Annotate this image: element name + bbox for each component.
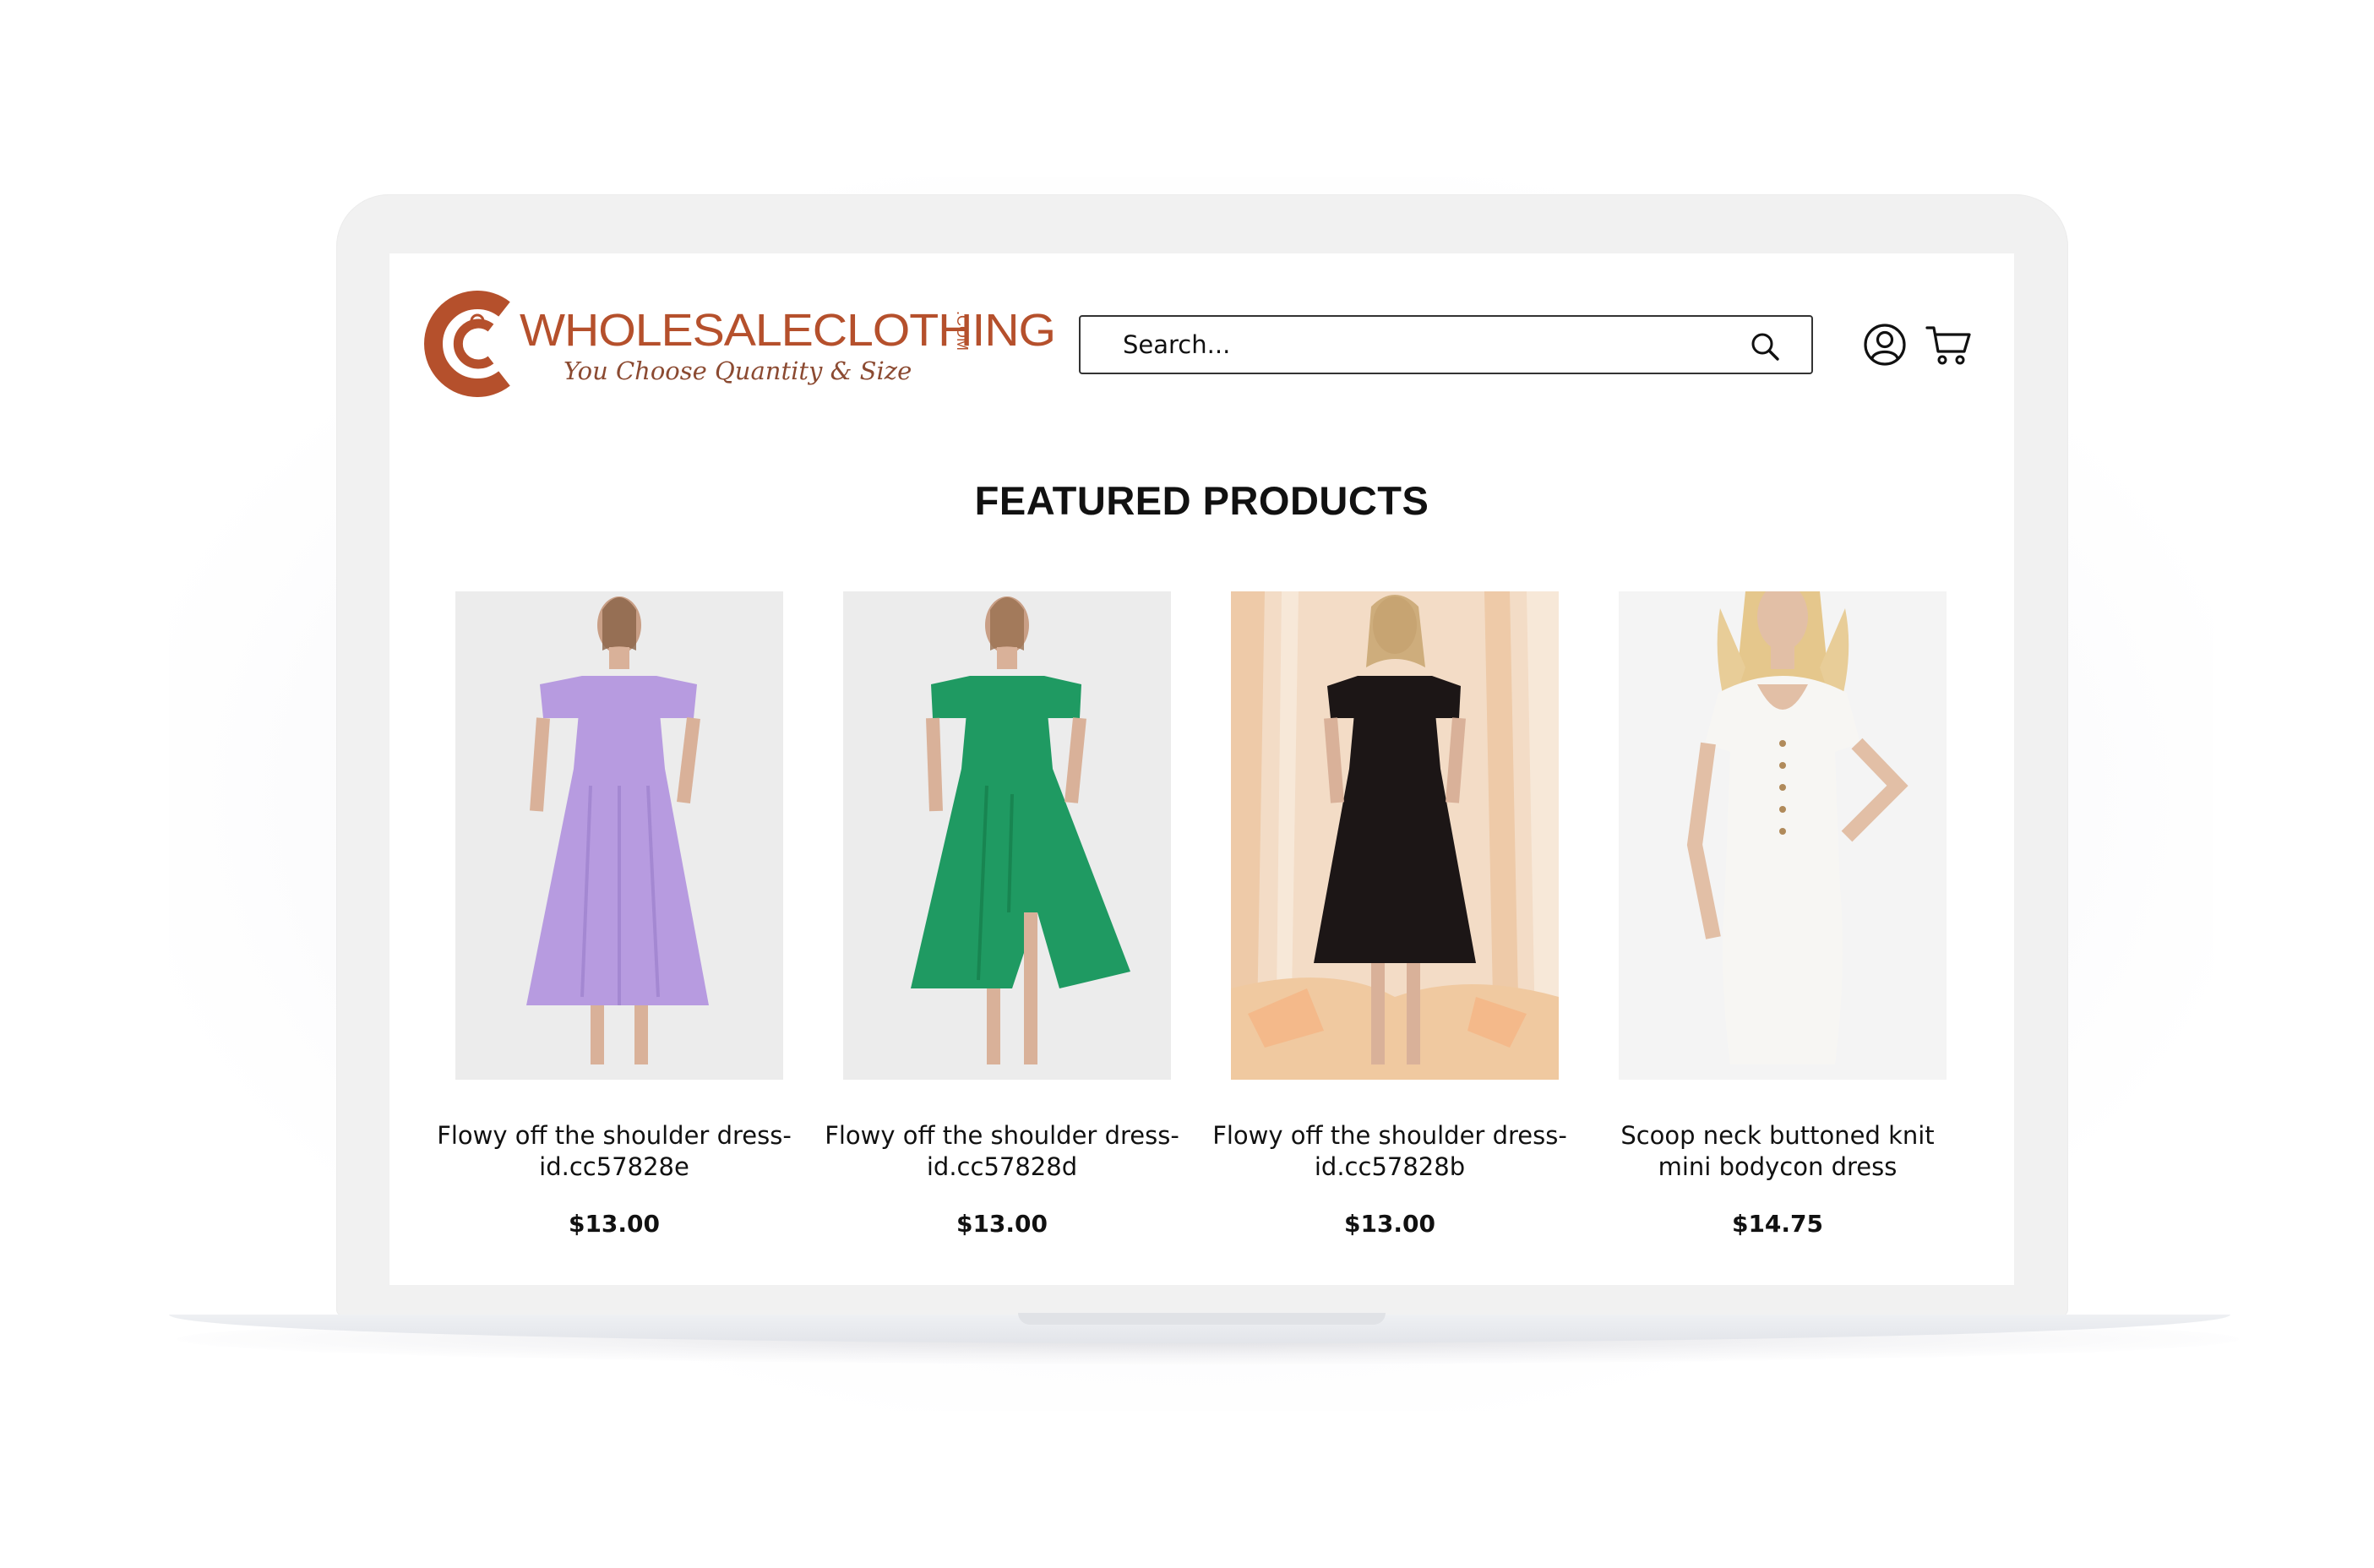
search-icon[interactable] [1749, 330, 1781, 362]
product-name-line: id.cc57828b [1314, 1152, 1466, 1181]
product-image[interactable] [843, 591, 1171, 1080]
product-name[interactable]: Scoop neck buttoned knit mini bodycon dr… [1575, 1120, 1980, 1183]
featured-products-title: FEATURED PRODUCTS [974, 478, 1429, 523]
laptop-screen: WHOLESALECLOTHING .COM You Choose Quanti… [389, 253, 2014, 1285]
product-name-line: Flowy off the shoulder dress- [1212, 1121, 1567, 1150]
site-logo[interactable]: WHOLESALECLOTHING .COM You Choose Quanti… [420, 291, 1056, 400]
product-name-line: mini bodycon dress [1658, 1152, 1898, 1181]
product-image[interactable] [455, 591, 783, 1080]
cart-icon[interactable] [1925, 323, 1973, 367]
product-name-line: Flowy off the shoulder dress- [825, 1121, 1179, 1150]
product-name-line: id.cc57828d [926, 1152, 1078, 1181]
product-name[interactable]: Flowy off the shoulder dress- id.cc57828… [1187, 1120, 1593, 1183]
product-price: $13.00 [1343, 1210, 1436, 1238]
product-name[interactable]: Flowy off the shoulder dress- id.cc57828… [799, 1120, 1205, 1183]
product-name-line: Scoop neck buttoned knit [1620, 1121, 1935, 1150]
logo-dotcom: .COM [954, 311, 971, 351]
product-image[interactable] [1231, 591, 1559, 1080]
product-price: $13.00 [568, 1210, 661, 1238]
user-icon[interactable] [1863, 323, 1907, 367]
product-price: $14.75 [1731, 1210, 1824, 1238]
logo-tagline: You Choose Quantity & Size [564, 357, 912, 385]
logo-mark-icon [424, 291, 510, 397]
mockup-stage: WHOLESALECLOTHING .COM You Choose Quanti… [0, 0, 2374, 1568]
product-price: $13.00 [956, 1210, 1048, 1238]
search-input[interactable] [1123, 327, 1731, 362]
product-name-line: id.cc57828e [539, 1152, 689, 1181]
product-name-line: Flowy off the shoulder dress- [437, 1121, 792, 1150]
search-bar[interactable] [1079, 315, 1813, 374]
product-image[interactable] [1619, 591, 1947, 1080]
logo-wordmark: WHOLESALECLOTHING [520, 305, 1056, 356]
laptop-notch [1018, 1313, 1386, 1325]
product-name[interactable]: Flowy off the shoulder dress- id.cc57828… [411, 1120, 817, 1183]
